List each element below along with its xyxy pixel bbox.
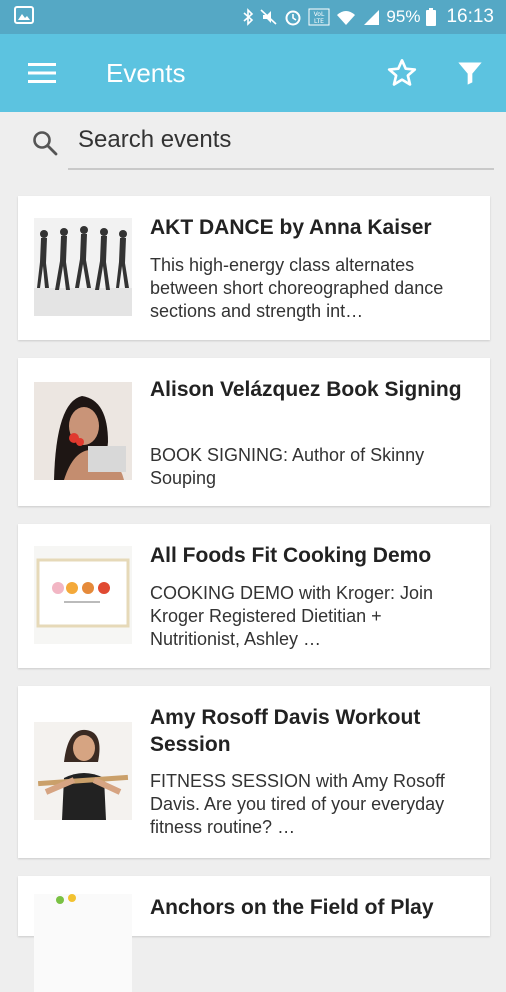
event-thumbnail-fitness — [34, 722, 132, 820]
signal-icon — [362, 8, 380, 26]
event-name: AKT DANCE by Anna Kaiser — [150, 216, 432, 239]
battery-icon — [426, 8, 437, 26]
alarm-icon — [284, 8, 302, 26]
search-input[interactable] — [68, 112, 494, 170]
clock: 16:13 — [446, 6, 494, 27]
svg-text:LTE: LTE — [314, 18, 324, 25]
filter-icon[interactable] — [454, 57, 486, 89]
svg-text:VoL: VoL — [314, 11, 325, 18]
search-icon[interactable] — [32, 130, 58, 161]
event-card[interactable]: AKT DANCE by Anna Kaiser This high-energ… — [18, 196, 490, 340]
event-thumbnail-cooking — [34, 546, 132, 644]
event-description: BOOK SIGNING: Author of Skinny Souping — [150, 445, 425, 488]
bluetooth-icon — [242, 8, 254, 26]
image-icon — [14, 5, 34, 29]
event-description: FITNESS SESSION with Amy Rosoff Davis. A… — [150, 771, 445, 837]
event-name: Alison Velázquez Book Signing — [150, 378, 462, 401]
event-card[interactable]: Alison Velázquez Book Signing BOOK SIGNI… — [18, 358, 490, 506]
app-bar: Events — [0, 34, 506, 112]
star-icon[interactable] — [386, 57, 418, 89]
event-description: This high-energy class alternates betwee… — [150, 255, 444, 321]
event-description: COOKING DEMO with Kroger: Join Kroger Re… — [150, 583, 434, 649]
volte-icon: VoL LTE — [308, 8, 330, 26]
event-thumbnail-field — [34, 894, 132, 992]
wifi-icon — [336, 8, 356, 26]
menu-icon[interactable] — [26, 57, 58, 89]
mute-icon — [260, 8, 278, 26]
event-card[interactable]: Anchors on the Field of Play — [18, 876, 490, 992]
battery-percent: 95% — [386, 7, 421, 26]
event-name: Anchors on the Field of Play — [150, 896, 434, 919]
event-thumbnail-dance — [34, 218, 132, 316]
event-card[interactable]: All Foods Fit Cooking Demo COOKING DEMO … — [18, 524, 490, 668]
event-thumbnail-author — [34, 382, 132, 480]
event-name: Amy Rosoff Davis Workout Session — [150, 706, 421, 756]
page-title: Events — [106, 57, 186, 88]
search-bar — [30, 112, 496, 172]
event-card[interactable]: Amy Rosoff Davis Workout Session FITNESS… — [18, 686, 490, 858]
event-name: All Foods Fit Cooking Demo — [150, 544, 432, 567]
status-bar: VoL LTE 95% 16:13 — [0, 0, 506, 34]
